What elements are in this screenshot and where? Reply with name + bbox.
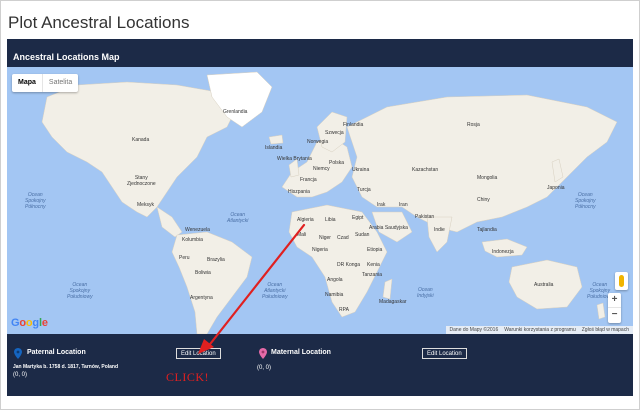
map-label-chad: Czad: [337, 235, 349, 241]
paternal-pin-icon: [14, 348, 22, 359]
map-label-kenya: Kenia: [367, 262, 380, 268]
map-label-kazakhstan: Kazachstan: [412, 167, 439, 173]
map-label-usa: Stany Zjednoczone: [127, 175, 156, 187]
map-label-japan: Japonia: [547, 185, 565, 191]
pegman-icon: [619, 275, 624, 287]
map-label-brazil: Brazylia: [207, 257, 225, 263]
map-label-ethiopia: Etiopia: [367, 247, 383, 253]
page-title: Plot Ancestral Locations: [8, 13, 190, 32]
india-shape: [426, 216, 453, 253]
street-view-pegman[interactable]: [615, 272, 628, 290]
paternal-edit-location-button[interactable]: Edit Location: [176, 348, 221, 359]
map-type-control: Mapa Satelita: [12, 74, 79, 92]
click-annotation: CLICK!: [166, 370, 209, 384]
madagascar-shape: [382, 278, 393, 300]
map-label-angola: Angola: [327, 277, 343, 283]
map-type-map-button[interactable]: Mapa: [12, 74, 42, 92]
map-type-satellite-button[interactable]: Satelita: [41, 74, 78, 92]
map-label-saudi: Arabia Saudyjska: [369, 225, 408, 231]
map-label-pakistan: Pakistan: [415, 214, 435, 220]
paternal-location-title: Paternal Location: [27, 349, 86, 356]
map-label-iran: Iran: [399, 202, 408, 208]
map-label-iceland: Islandia: [265, 145, 283, 151]
map-label-poland: Polska: [329, 160, 345, 166]
google-logo: Google: [11, 317, 48, 329]
maternal-location-title: Maternal Location: [271, 349, 331, 356]
map-label-norway: Norwegia: [307, 139, 329, 145]
map-label-australia: Australia: [534, 282, 554, 288]
zoom-out-button[interactable]: −: [608, 308, 621, 323]
map-label-tanzania: Tanzania: [362, 272, 383, 278]
terms-link[interactable]: Warunki korzystania z programu: [504, 327, 576, 333]
maternal-edit-location-button[interactable]: Edit Location: [422, 348, 467, 359]
map-label-pacific-north-left: Ocean Spokojny Północny: [25, 192, 46, 210]
map-label-rpa: RPA: [339, 307, 349, 313]
map-label-niger: Niger: [319, 235, 331, 241]
world-map-graphic: [41, 71, 618, 334]
zoom-control: + −: [608, 293, 621, 323]
map-panel: Ancestral Locations Map Mapa Satelita Gr…: [7, 39, 633, 396]
report-error-link[interactable]: Zgłoś błąd w mapach: [582, 327, 629, 333]
ancestral-map[interactable]: Mapa Satelita Grenlandia Islandia Kanada…: [7, 67, 633, 334]
panel-title: Ancestral Locations Map: [13, 52, 120, 62]
paternal-location-description: Jan Martyka b. 1758 d. 1817, Tarnów, Pol…: [13, 364, 119, 370]
map-label-sudan: Sudan: [355, 232, 370, 238]
north-america-shape: [41, 81, 238, 218]
map-label-venezuela: Wenezuela: [185, 227, 210, 233]
map-label-mexico: Meksyk: [137, 202, 154, 208]
map-label-india: Indie: [434, 227, 445, 233]
map-label-finland: Finlandia: [343, 122, 364, 128]
map-label-indian-ocean: Ocean Indyjski: [417, 287, 434, 299]
page-frame: Plot Ancestral Locations Ancestral Locat…: [0, 0, 640, 410]
maternal-location-coords: (0, 0): [257, 365, 272, 371]
south-america-shape: [171, 231, 253, 334]
map-label-atlantic-ocean: Ocean Atlantycki: [227, 212, 249, 224]
map-label-spain: Hiszpania: [288, 189, 310, 195]
paternal-location-coords: (0, 0): [13, 372, 28, 378]
map-label-ukraine: Ukraina: [352, 167, 370, 173]
map-label-turkey: Turcja: [357, 187, 371, 193]
central-america-shape: [156, 206, 183, 238]
iceland-shape: [268, 134, 284, 145]
map-label-thailand: Tajlandia: [477, 227, 497, 233]
map-label-atlantic-south: Ocean Atlantycki Południowy: [262, 282, 288, 300]
map-data-credit: Dane do Mapy ©2016: [449, 327, 499, 333]
map-attribution: Dane do Mapy ©2016 Warunki korzystania z…: [445, 326, 633, 334]
map-label-iraq: Irak: [377, 202, 386, 208]
map-label-pacific-south-left: Ocean Spokojny Południowy: [67, 282, 93, 300]
map-label-algeria: Algieria: [297, 217, 314, 223]
map-label-argentina: Argentyna: [190, 295, 213, 301]
map-label-germany: Niemcy: [313, 166, 330, 172]
maternal-pin-icon: [259, 348, 267, 359]
map-label-peru: Peru: [179, 255, 190, 261]
map-label-madagascar: Madagaskar: [379, 299, 407, 305]
map-label-libya: Libia: [325, 217, 336, 223]
map-label-pacific-north-right: Ocean Spokojny Północny: [575, 192, 596, 210]
map-label-egypt: Egipt: [352, 215, 364, 221]
map-label-russia: Rosja: [467, 122, 480, 128]
map-label-uk: Wielka Brytania: [277, 156, 312, 162]
map-label-nigeria: Nigeria: [312, 247, 328, 253]
map-label-mongolia: Mongolia: [477, 175, 498, 181]
map-label-china: Chiny: [477, 197, 490, 203]
map-label-sweden: Szwecja: [325, 130, 344, 136]
map-label-congo: DR Konga: [337, 262, 361, 268]
map-label-colombia: Kolumbia: [182, 237, 203, 243]
map-label-canada: Kanada: [132, 137, 150, 143]
map-label-indonesia: Indonezja: [492, 249, 514, 255]
map-label-bolivia: Boliwia: [195, 270, 211, 276]
map-label-greenland: Grenlandia: [223, 109, 248, 115]
map-label-mali: Mali: [297, 232, 307, 238]
map-label-france: Francja: [300, 177, 317, 183]
map-label-namibia: Namibia: [325, 292, 344, 298]
new-zealand-shape: [596, 302, 606, 320]
asia-shape: [346, 94, 618, 233]
zoom-in-button[interactable]: +: [608, 293, 621, 308]
locations-footer: Paternal Location Jan Martyka b. 1758 d.…: [7, 334, 633, 396]
